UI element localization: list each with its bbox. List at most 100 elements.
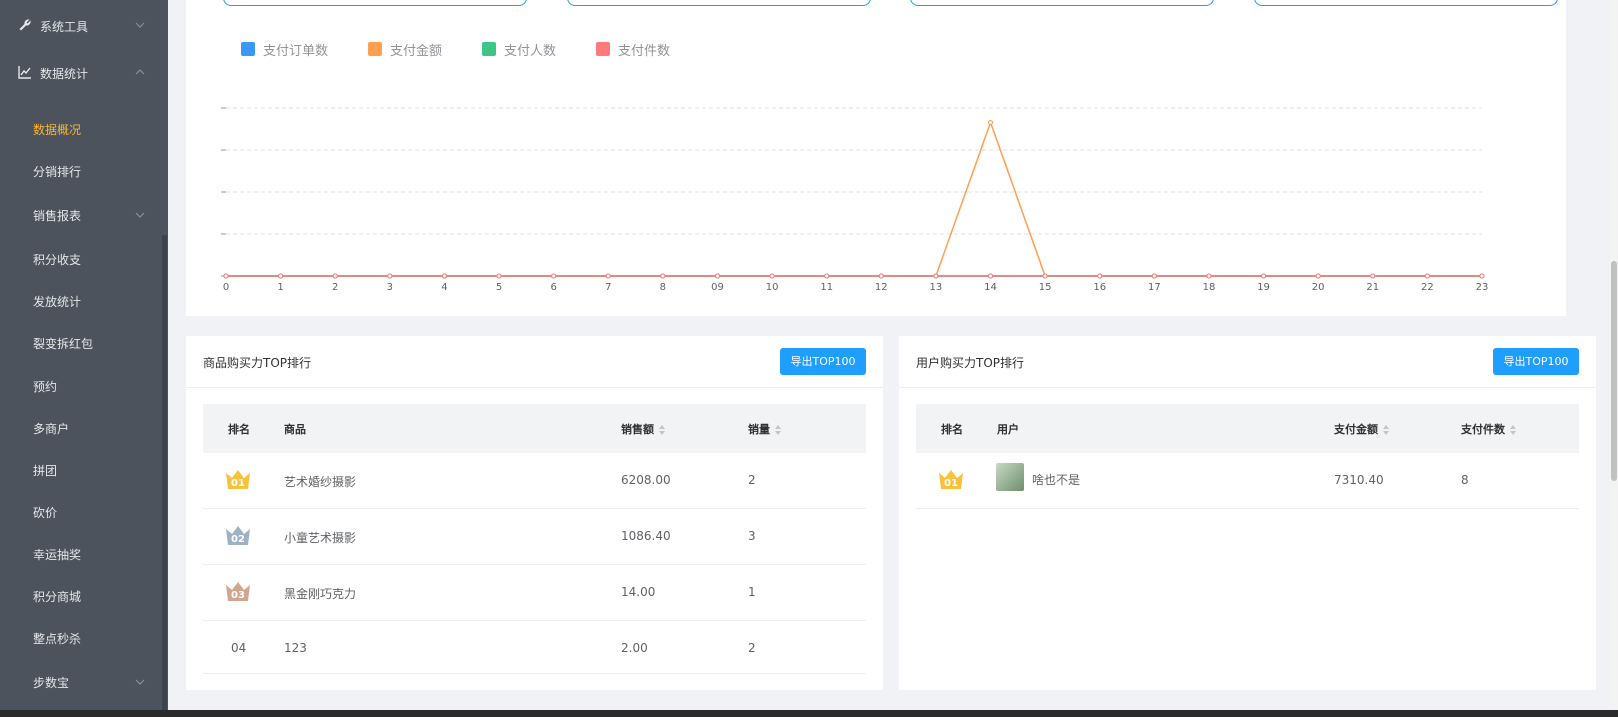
sidebar-item-label: 整点秒杀 bbox=[33, 632, 82, 646]
table-row: 02 小童艺术摄影 1086.40 3 bbox=[203, 509, 866, 565]
column-header-label: 销售额 bbox=[621, 423, 654, 436]
sidebar-group-label: 系统工具 bbox=[40, 20, 89, 34]
x-tick-label: 4 bbox=[441, 282, 447, 293]
column-header-rank: 排名 bbox=[228, 423, 250, 436]
table-header: 排名 商品 销售额 销量 bbox=[203, 404, 866, 453]
page-scrollbar[interactable] bbox=[1610, 0, 1618, 717]
sidebar-group-label: 数据统计 bbox=[40, 67, 89, 81]
card-title: 用户购买力TOP排行 bbox=[916, 356, 1025, 370]
rank-number: 01 bbox=[944, 478, 958, 489]
sidebar-item-label: 积分商城 bbox=[33, 590, 82, 604]
goods-rank-table: 排名 商品 销售额 销量 01 艺术婚纱摄影 6208.00 2 02 小童艺术… bbox=[203, 404, 866, 674]
column-header-label: 支付金额 bbox=[1334, 423, 1378, 436]
sidebar-scrollbar[interactable] bbox=[162, 235, 167, 710]
chart-card: 支付订单数 支付金额 支付人数 支付件数 0 1 2 3 4 5 6 7 8 09 10 11 12 13… bbox=[186, 0, 1566, 316]
sidebar-item-group-buy[interactable]: 拼团 bbox=[0, 452, 160, 488]
goods-rank-card: 商品购买力TOP排行 导出TOP100 排名 商品 销售额 销量 01 艺术婚纱… bbox=[186, 336, 883, 690]
sidebar-item-sales-report[interactable]: 销售报表 bbox=[0, 197, 160, 233]
card-header: 商品购买力TOP排行 导出TOP100 bbox=[186, 336, 883, 388]
x-tick-label: 12 bbox=[875, 282, 888, 293]
data-point[interactable] bbox=[332, 273, 338, 279]
x-tick-label: 18 bbox=[1203, 282, 1216, 293]
x-tick-label: 16 bbox=[1093, 282, 1106, 293]
user-rank-card: 用户购买力TOP排行 导出TOP100 排名 用户 支付金额 支付件数 01 啥… bbox=[899, 336, 1596, 690]
rank-number: 03 bbox=[231, 590, 245, 601]
sidebar-item-data-overview[interactable]: 数据概况 bbox=[0, 111, 160, 147]
data-point[interactable] bbox=[1151, 273, 1157, 279]
column-header-amount[interactable]: 销售额 bbox=[621, 421, 666, 437]
sidebar-item-distribution-rank[interactable]: 分销排行 bbox=[0, 153, 160, 189]
rank-number: 01 bbox=[231, 478, 245, 489]
user-name: 啥也不是 bbox=[1032, 473, 1081, 487]
column-header-label: 销量 bbox=[748, 423, 770, 436]
x-tick-label: 0 bbox=[223, 282, 229, 293]
data-point[interactable] bbox=[278, 273, 284, 279]
column-header-rank: 排名 bbox=[941, 423, 963, 436]
data-point[interactable] bbox=[1370, 273, 1376, 279]
data-point[interactable] bbox=[441, 273, 447, 279]
sidebar-item-red-packet[interactable]: 裂变拆红包 bbox=[0, 325, 160, 361]
sidebar-item-multi-merchant[interactable]: 多商户 bbox=[0, 410, 160, 446]
x-tick-label: 7 bbox=[605, 282, 611, 293]
data-point[interactable] bbox=[660, 273, 666, 279]
data-point[interactable] bbox=[605, 273, 611, 279]
column-header-amount[interactable]: 支付金额 bbox=[1334, 421, 1390, 437]
sidebar-item-label: 积分收支 bbox=[33, 253, 82, 267]
sidebar-item-label: 步数宝 bbox=[33, 676, 70, 690]
goods-name: 艺术婚纱摄影 bbox=[284, 475, 357, 489]
data-point[interactable] bbox=[496, 273, 502, 279]
x-tick-label: 21 bbox=[1366, 282, 1379, 293]
taskbar bbox=[0, 710, 1618, 717]
sidebar-item-step-treasure[interactable]: 步数宝 bbox=[0, 664, 160, 700]
sidebar-item-label: 销售报表 bbox=[33, 209, 82, 223]
sidebar-item-points[interactable]: 积分收支 bbox=[0, 241, 160, 277]
card-title: 商品购买力TOP排行 bbox=[203, 356, 312, 370]
sort-icon[interactable] bbox=[1509, 424, 1517, 436]
data-point[interactable] bbox=[933, 273, 939, 279]
sort-icon[interactable] bbox=[774, 424, 782, 436]
scrollbar-thumb[interactable] bbox=[1611, 261, 1617, 481]
sidebar-item-flash-sale[interactable]: 整点秒杀 bbox=[0, 620, 160, 656]
data-point[interactable] bbox=[1424, 273, 1430, 279]
data-point[interactable] bbox=[769, 273, 775, 279]
data-point[interactable] bbox=[988, 273, 994, 279]
data-point[interactable] bbox=[1097, 273, 1103, 279]
export-top100-button[interactable]: 导出TOP100 bbox=[1493, 348, 1579, 375]
column-header-count[interactable]: 支付件数 bbox=[1461, 421, 1517, 437]
x-tick-label: 17 bbox=[1148, 282, 1161, 293]
gold-crown-icon: 01 bbox=[939, 470, 963, 489]
column-header-label: 支付件数 bbox=[1461, 423, 1505, 436]
chevron-down-icon bbox=[135, 22, 145, 28]
sort-icon[interactable] bbox=[1382, 424, 1390, 436]
x-tick-label: 2 bbox=[332, 282, 338, 293]
data-point[interactable] bbox=[988, 119, 994, 125]
sidebar-group-data-stats[interactable]: 数据统计 bbox=[0, 53, 168, 93]
data-point[interactable] bbox=[223, 273, 229, 279]
data-point[interactable] bbox=[878, 273, 884, 279]
x-tick-label: 6 bbox=[550, 282, 556, 293]
sidebar-group-system-tools[interactable]: 系统工具 bbox=[0, 6, 168, 46]
export-top100-button[interactable]: 导出TOP100 bbox=[780, 348, 866, 375]
sidebar-item-lucky-draw[interactable]: 幸运抽奖 bbox=[0, 536, 160, 572]
chevron-down-icon bbox=[135, 679, 145, 685]
data-point[interactable] bbox=[1315, 273, 1321, 279]
x-tick-label: 20 bbox=[1312, 282, 1325, 293]
bronze-crown-icon: 03 bbox=[226, 582, 250, 601]
data-point[interactable] bbox=[1261, 273, 1267, 279]
rank-number: 02 bbox=[231, 534, 245, 545]
column-header-count[interactable]: 销量 bbox=[748, 421, 782, 437]
data-point[interactable] bbox=[387, 273, 393, 279]
sidebar-item-booking[interactable]: 预约 bbox=[0, 368, 160, 404]
goods-name: 123 bbox=[284, 641, 307, 655]
data-point[interactable] bbox=[824, 273, 830, 279]
sidebar-item-points-mall[interactable]: 积分商城 bbox=[0, 578, 160, 614]
data-point[interactable] bbox=[714, 273, 720, 279]
data-point[interactable] bbox=[551, 273, 557, 279]
sort-icon[interactable] bbox=[658, 424, 666, 436]
x-tick-label: 1 bbox=[277, 282, 283, 293]
sidebar-item-bargain[interactable]: 砍价 bbox=[0, 494, 160, 530]
data-point[interactable] bbox=[1206, 273, 1212, 279]
sidebar-item-issue-stats[interactable]: 发放统计 bbox=[0, 283, 160, 319]
data-point[interactable] bbox=[1042, 273, 1048, 279]
data-point[interactable] bbox=[1479, 273, 1485, 279]
